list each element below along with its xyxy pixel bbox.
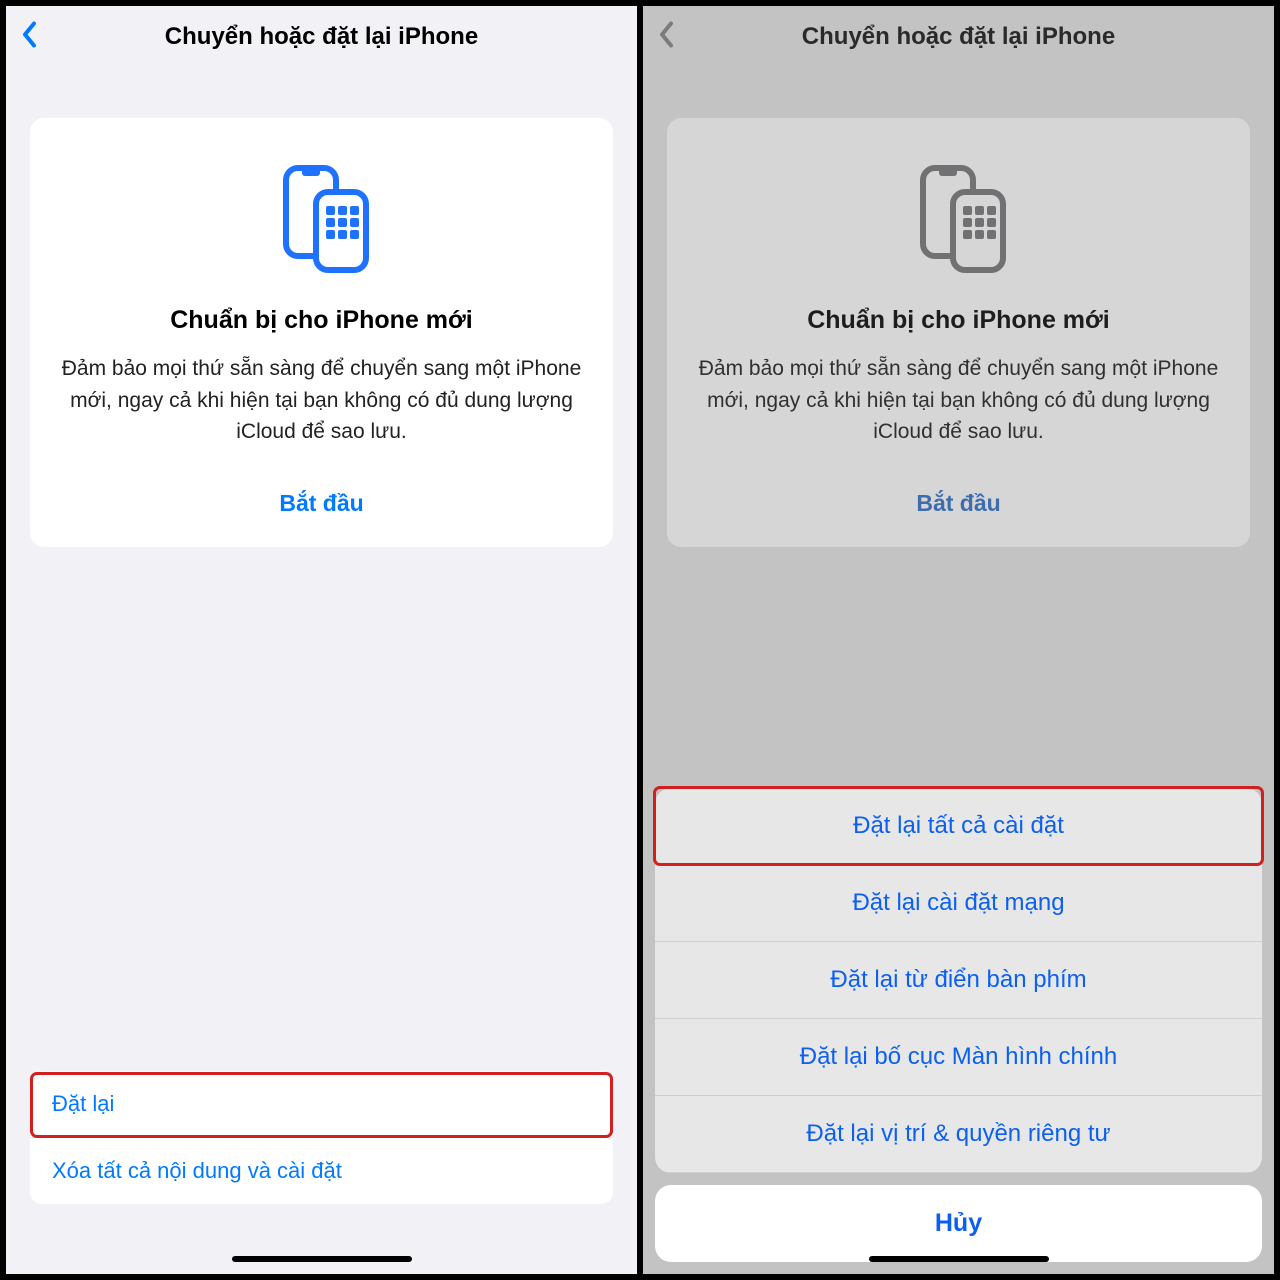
nav-bar: Chuyển hoặc đặt lại iPhone bbox=[6, 6, 637, 68]
settings-screen-reset: Chuyển hoặc đặt lại iPhone Chuẩn bị cho … bbox=[6, 6, 640, 1274]
get-started-link: Bắt đầu bbox=[691, 490, 1226, 517]
erase-all-row[interactable]: Xóa tất cả nội dung và cài đặt bbox=[30, 1138, 613, 1204]
get-started-link[interactable]: Bắt đầu bbox=[54, 490, 589, 517]
card-title: Chuẩn bị cho iPhone mới bbox=[691, 306, 1226, 335]
reset-action-sheet: Đặt lại tất cả cài đặt Đặt lại cài đặt m… bbox=[655, 788, 1262, 1262]
nav-bar: Chuyển hoặc đặt lại iPhone bbox=[643, 6, 1274, 68]
chevron-left-icon bbox=[657, 20, 677, 50]
settings-screen-action-sheet: Chuyển hoặc đặt lại iPhone Chuẩn bị cho … bbox=[640, 6, 1274, 1274]
home-indicator[interactable] bbox=[232, 1256, 412, 1262]
reset-row[interactable]: Đặt lại bbox=[30, 1071, 613, 1138]
reset-all-settings[interactable]: Đặt lại tất cả cài đặt bbox=[655, 788, 1262, 865]
reset-network-settings[interactable]: Đặt lại cài đặt mạng bbox=[655, 865, 1262, 942]
nav-title: Chuyển hoặc đặt lại iPhone bbox=[643, 23, 1274, 51]
chevron-left-icon bbox=[20, 20, 40, 50]
reset-options-list: Đặt lại Xóa tất cả nội dung và cài đặt bbox=[30, 1071, 613, 1204]
cancel-button[interactable]: Hủy bbox=[655, 1185, 1262, 1262]
prepare-card: Chuẩn bị cho iPhone mới Đảm bảo mọi thứ … bbox=[30, 118, 613, 547]
sheet-options-group: Đặt lại tất cả cài đặt Đặt lại cài đặt m… bbox=[655, 788, 1262, 1173]
back-button bbox=[657, 20, 677, 55]
prepare-card-dimmed: Chuẩn bị cho iPhone mới Đảm bảo mọi thứ … bbox=[667, 118, 1250, 547]
card-title: Chuẩn bị cho iPhone mới bbox=[54, 306, 589, 335]
back-button[interactable] bbox=[20, 20, 40, 55]
home-indicator[interactable] bbox=[869, 1256, 1049, 1262]
transfer-phones-icon bbox=[54, 158, 589, 278]
reset-keyboard-dictionary[interactable]: Đặt lại từ điển bàn phím bbox=[655, 942, 1262, 1019]
nav-title: Chuyển hoặc đặt lại iPhone bbox=[6, 23, 637, 51]
reset-location-privacy[interactable]: Đặt lại vị trí & quyền riêng tư bbox=[655, 1096, 1262, 1173]
card-description: Đảm bảo mọi thứ sẵn sàng để chuyển sang … bbox=[691, 353, 1226, 448]
card-description: Đảm bảo mọi thứ sẵn sàng để chuyển sang … bbox=[54, 353, 589, 448]
transfer-phones-icon bbox=[691, 158, 1226, 278]
reset-home-screen-layout[interactable]: Đặt lại bố cục Màn hình chính bbox=[655, 1019, 1262, 1096]
